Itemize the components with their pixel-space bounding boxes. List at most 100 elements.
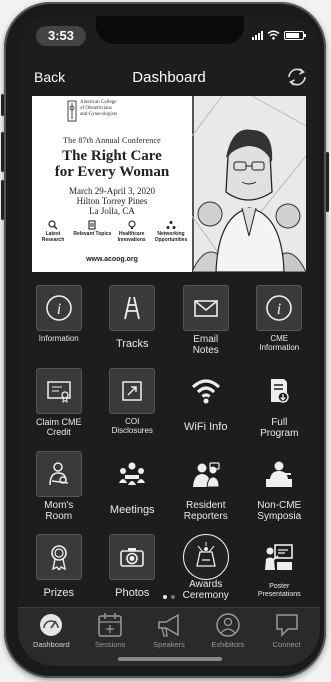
tile-icon-box: [182, 451, 229, 497]
dashboard-grid: i Information Tracks Email Notes i CME I…: [22, 280, 316, 606]
email-icon: [193, 300, 218, 317]
conference-url[interactable]: www.acoog.org: [32, 256, 192, 263]
tab-label: Speakers: [153, 640, 185, 649]
tile-resident-reporters[interactable]: Resident Reporters: [169, 446, 243, 523]
refresh-icon[interactable]: [284, 64, 310, 90]
status-icons: [252, 30, 306, 40]
feature-list: Latest Research Relevant Topics Healthca…: [34, 220, 190, 243]
tile-icon-box: [256, 451, 303, 497]
conference-edition: The 87th Annual Conference: [63, 136, 161, 145]
feature-label: Healthcare Innovations: [117, 231, 146, 243]
conference-dates: March 29-April 3, 2020: [69, 186, 155, 196]
tile-label: Mom's Room: [44, 500, 74, 522]
phone-frame: 3:53 Back Dashboard American College of …: [1, 2, 329, 678]
tile-icon-box: [109, 368, 156, 414]
feature-networking: Networking Opportunities: [152, 220, 190, 243]
svg-text:i: i: [57, 301, 61, 318]
conference-title-line-2: for Every Woman: [54, 164, 170, 180]
tab-connect[interactable]: Connect: [259, 610, 315, 666]
tile-cme-information[interactable]: i CME Information: [243, 280, 317, 357]
exhibitor-icon: [216, 613, 240, 637]
tracks-icon: [124, 296, 141, 320]
program-download-icon: [271, 379, 289, 403]
tile-claim-cme-credit[interactable]: Claim CME Credit: [22, 363, 96, 440]
certificate-icon: [47, 381, 71, 404]
tile-email-notes[interactable]: Email Notes: [169, 280, 243, 357]
tile-label: CME Information: [259, 334, 300, 352]
cellular-signal-icon: [252, 30, 263, 40]
volume-up-button: [1, 132, 4, 172]
chat-icon: [275, 614, 298, 637]
tile-label: COI Disclosures: [111, 417, 153, 435]
tile-label: Tracks: [115, 338, 149, 350]
feature-label: Latest Research: [41, 231, 65, 243]
tile-icon-box: [109, 285, 156, 331]
cme-info-icon: i: [266, 295, 293, 321]
awards-icon: [195, 542, 216, 567]
people-illustration: [192, 96, 306, 272]
tile-label: Claim CME Credit: [35, 417, 82, 437]
meetings-icon: [119, 462, 146, 485]
tile-full-program[interactable]: Full Program: [243, 363, 317, 440]
home-indicator[interactable]: [118, 657, 222, 661]
notch: [96, 16, 244, 44]
banner-text-panel: American College of Obstetricians and Gy…: [32, 96, 192, 272]
tab-dashboard[interactable]: Dashboard: [23, 610, 79, 666]
mother-child-icon: [49, 462, 68, 486]
tile-icon-box: [182, 285, 229, 331]
wifi-status-icon: [267, 30, 280, 40]
tab-label: Exhibitors: [211, 640, 245, 649]
symposia-icon: [266, 461, 293, 487]
conference-title-line-1: The Right Care: [62, 148, 162, 164]
innovation-icon: [128, 220, 136, 229]
calendar-icon: [98, 613, 122, 637]
mute-switch: [1, 94, 4, 116]
tile-non-cme-symposia[interactable]: Non-CME Symposia: [243, 446, 317, 523]
tile-wifi-info[interactable]: WiFi Info: [169, 363, 243, 440]
tile-icon-box: [256, 534, 303, 580]
tile-label: Information: [38, 334, 79, 343]
page-dot-1[interactable]: [163, 595, 167, 599]
info-icon: i: [45, 295, 72, 321]
tile-tracks[interactable]: Tracks: [96, 280, 170, 357]
acog-crest-icon: [67, 100, 77, 122]
feature-topics: Relevant Topics: [73, 220, 111, 243]
tab-label: Sessions: [94, 640, 126, 649]
tile-icon-box: [182, 534, 229, 580]
page-indicator[interactable]: [18, 595, 320, 599]
tile-label: WiFi Info: [184, 421, 228, 433]
tile-moms-room[interactable]: Mom's Room: [22, 446, 96, 523]
acog-name-line-3: and Gynecologists: [80, 112, 118, 117]
status-time: 3:53: [36, 26, 86, 46]
svg-text:i: i: [277, 301, 281, 318]
wifi-icon: [191, 379, 220, 404]
page-title: Dashboard: [132, 69, 206, 86]
tile-icon-box: [35, 451, 82, 497]
battery-icon: [284, 30, 306, 40]
tile-label: Full Program: [260, 417, 299, 439]
tile-label: Resident Reporters: [183, 500, 228, 522]
tile-icon-box: [35, 368, 82, 414]
conference-banner[interactable]: American College of Obstetricians and Gy…: [32, 96, 306, 272]
tile-icon-box: i: [256, 285, 303, 331]
research-icon: [48, 220, 58, 230]
tab-label: Connect: [272, 640, 301, 649]
reporters-icon: [192, 462, 220, 488]
tile-label: Email Notes: [192, 334, 219, 356]
gauge-icon: [40, 614, 63, 636]
tile-icon-box: [109, 534, 156, 580]
conference-venue: Hilton Torrey Pines: [76, 196, 148, 206]
tile-coi-disclosures[interactable]: COI Disclosures: [96, 363, 170, 440]
tab-label: Dashboard: [33, 640, 70, 649]
nav-bar: Back Dashboard: [18, 60, 320, 94]
tile-meetings[interactable]: Meetings: [96, 446, 170, 523]
conference-title: The Right Care for Every Woman: [32, 148, 192, 180]
tile-icon-box: [182, 368, 229, 414]
camera-icon: [120, 548, 145, 567]
tile-information[interactable]: i Information: [22, 280, 96, 357]
medal-icon: [50, 545, 67, 571]
feature-research: Latest Research: [34, 220, 72, 243]
tile-icon-box: [35, 534, 82, 580]
conference-details: March 29-April 3, 2020 Hilton Torrey Pin…: [32, 186, 192, 216]
page-dot-2[interactable]: [171, 595, 175, 599]
